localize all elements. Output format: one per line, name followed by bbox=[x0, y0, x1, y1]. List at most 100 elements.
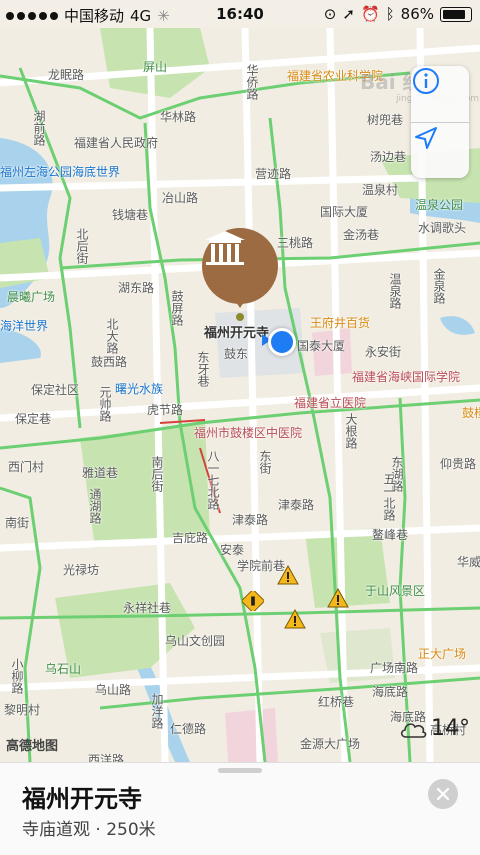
temple-icon bbox=[205, 231, 245, 265]
location-arrow-icon bbox=[415, 127, 437, 149]
map-label: 保定巷 bbox=[15, 412, 52, 426]
map-label: 东街 bbox=[258, 450, 272, 474]
map-provider-logo: 高德地图 bbox=[6, 739, 59, 754]
map-label: 冶山路 bbox=[162, 191, 199, 205]
current-location-dot bbox=[268, 328, 296, 356]
battery-percent: 86% bbox=[400, 5, 434, 23]
status-bar: 中国移动 4G ✳ 16:40 ⊙ ➚ ⏰ ᛒ 86% bbox=[0, 0, 480, 28]
map-label: 仁德路 bbox=[170, 722, 207, 736]
temple-pin-point bbox=[236, 313, 244, 321]
map-view[interactable]: 龙眠路 屏山 华侨路 福建省农业科学院 福建省人民政府 华林路 树兜巷 湖前路 福州左海公园海底… bbox=[0, 28, 480, 762]
map-label: 福建省人民政府 bbox=[74, 136, 159, 150]
map-label: 福建省立医院 bbox=[294, 396, 367, 410]
map-label: 黎明村 bbox=[4, 703, 41, 717]
locate-me-button[interactable] bbox=[411, 123, 469, 179]
map-label: 晨曦广场 bbox=[7, 290, 56, 304]
warning-icon[interactable] bbox=[327, 588, 349, 608]
map-label: 华侨路 bbox=[245, 64, 259, 100]
map-label: 湖前路 bbox=[32, 110, 46, 146]
map-label: 鼓楼 bbox=[462, 406, 480, 420]
pond-water bbox=[0, 328, 41, 363]
map-label: 乌山文创园 bbox=[165, 634, 226, 648]
map-label: 汤边巷 bbox=[370, 150, 407, 164]
map-label: 安泰 bbox=[220, 543, 245, 557]
map-label: 西洋路 bbox=[88, 753, 125, 762]
map-label: 永安街 bbox=[365, 345, 402, 359]
construction-icon[interactable] bbox=[242, 591, 264, 611]
place-name: 福州开元寺 bbox=[22, 785, 142, 813]
info-icon bbox=[413, 68, 439, 94]
battery-icon bbox=[440, 6, 472, 22]
map-controls bbox=[411, 66, 469, 178]
warning-icon[interactable] bbox=[277, 565, 299, 585]
map-label: 雅道巷 bbox=[82, 466, 119, 480]
close-icon bbox=[436, 787, 450, 801]
map-label: 华威 bbox=[457, 555, 480, 569]
map-label: 鼓东 bbox=[224, 347, 249, 361]
warning-icon[interactable] bbox=[284, 609, 306, 629]
map-label: 津泰路 bbox=[232, 513, 269, 527]
map-label: 鼓屏路 bbox=[170, 290, 184, 326]
info-button[interactable] bbox=[411, 66, 469, 122]
map-label: 营迹路 bbox=[255, 167, 292, 181]
sheet-handle[interactable] bbox=[218, 768, 262, 773]
map-label: 乌石山 bbox=[45, 662, 82, 676]
pond-east bbox=[440, 316, 475, 335]
temple-pin-tail bbox=[232, 296, 248, 308]
map-label: 东牙巷 bbox=[196, 351, 210, 387]
map-label: 鳌峰巷 bbox=[372, 528, 409, 542]
map-label: 曙光水族 bbox=[115, 382, 164, 396]
map-label: 光禄坊 bbox=[63, 563, 100, 577]
temperature: 14° bbox=[431, 716, 470, 741]
map-label: 福建省海峡国际学院 bbox=[352, 370, 461, 384]
map-label: 屏山 bbox=[143, 60, 168, 74]
map-label: 三桃路 bbox=[277, 236, 314, 250]
map-label: 国际大厦 bbox=[320, 205, 369, 219]
place-card[interactable]: 福州开元寺 寺庙道观 · 250米 bbox=[0, 762, 480, 855]
map-label: 海洋世界 bbox=[0, 319, 49, 333]
map-label: 元帅路 bbox=[98, 386, 112, 422]
map-label: 福州开元寺 bbox=[204, 326, 270, 341]
map-label: 南后街 bbox=[150, 456, 164, 492]
location-services-icon: ➚ bbox=[342, 5, 355, 23]
map-label: 王府井百货 bbox=[310, 316, 371, 330]
map-label: 海底路 bbox=[372, 685, 409, 699]
map-label: 钱塘巷 bbox=[112, 208, 149, 222]
map-label: 金泉路 bbox=[432, 268, 446, 304]
map-label: 红桥巷 bbox=[318, 695, 355, 709]
alarm-icon: ⏰ bbox=[360, 5, 380, 23]
map-label: 乌山路 bbox=[95, 683, 132, 697]
weather-widget: 14° bbox=[399, 716, 470, 741]
map-label: 国泰大厦 bbox=[297, 339, 346, 353]
map-label: 保定社区 bbox=[31, 383, 80, 397]
temple-pin[interactable] bbox=[202, 228, 278, 304]
map-label: 吉庇路 bbox=[172, 531, 209, 545]
map-label: 福州市鼓楼区中医院 bbox=[194, 426, 303, 440]
place-subtitle: 寺庙道观 · 250米 bbox=[22, 820, 156, 840]
map-label: 八一七北路 bbox=[206, 450, 220, 510]
map-label: 水调歌头 bbox=[418, 221, 467, 235]
map-label: 正大广场 bbox=[418, 647, 467, 661]
map-label: 永祥社巷 bbox=[123, 601, 172, 615]
rotation-lock-icon: ⊙ bbox=[323, 5, 337, 23]
map-label: 通湖路 bbox=[88, 488, 102, 524]
map-label: 湖东路 bbox=[118, 281, 155, 295]
map-label: 仰贵路 bbox=[440, 457, 477, 471]
cloud-icon bbox=[400, 722, 427, 738]
map-label: 津泰路 bbox=[278, 498, 315, 512]
bluetooth-icon: ᛒ bbox=[385, 5, 395, 23]
map-label: 温泉路 bbox=[388, 273, 402, 309]
map-label: 金源大广场 bbox=[300, 737, 361, 751]
map-label: 温泉村 bbox=[362, 183, 399, 197]
map-label: 小柳路 bbox=[10, 658, 24, 694]
hospital-south-block bbox=[225, 708, 278, 762]
map-label: 鼓西路 bbox=[91, 355, 128, 369]
map-label: 树兜巷 bbox=[367, 113, 404, 127]
map-label: 广场南路 bbox=[370, 661, 419, 675]
map-label: 华林路 bbox=[160, 110, 197, 124]
map-label: 五一北路 bbox=[382, 473, 396, 521]
battery-fill bbox=[443, 9, 466, 19]
map-label: 福州左海公园海底世界 bbox=[0, 165, 121, 179]
close-button[interactable] bbox=[428, 779, 458, 809]
map-label: 于山风景区 bbox=[365, 584, 426, 598]
